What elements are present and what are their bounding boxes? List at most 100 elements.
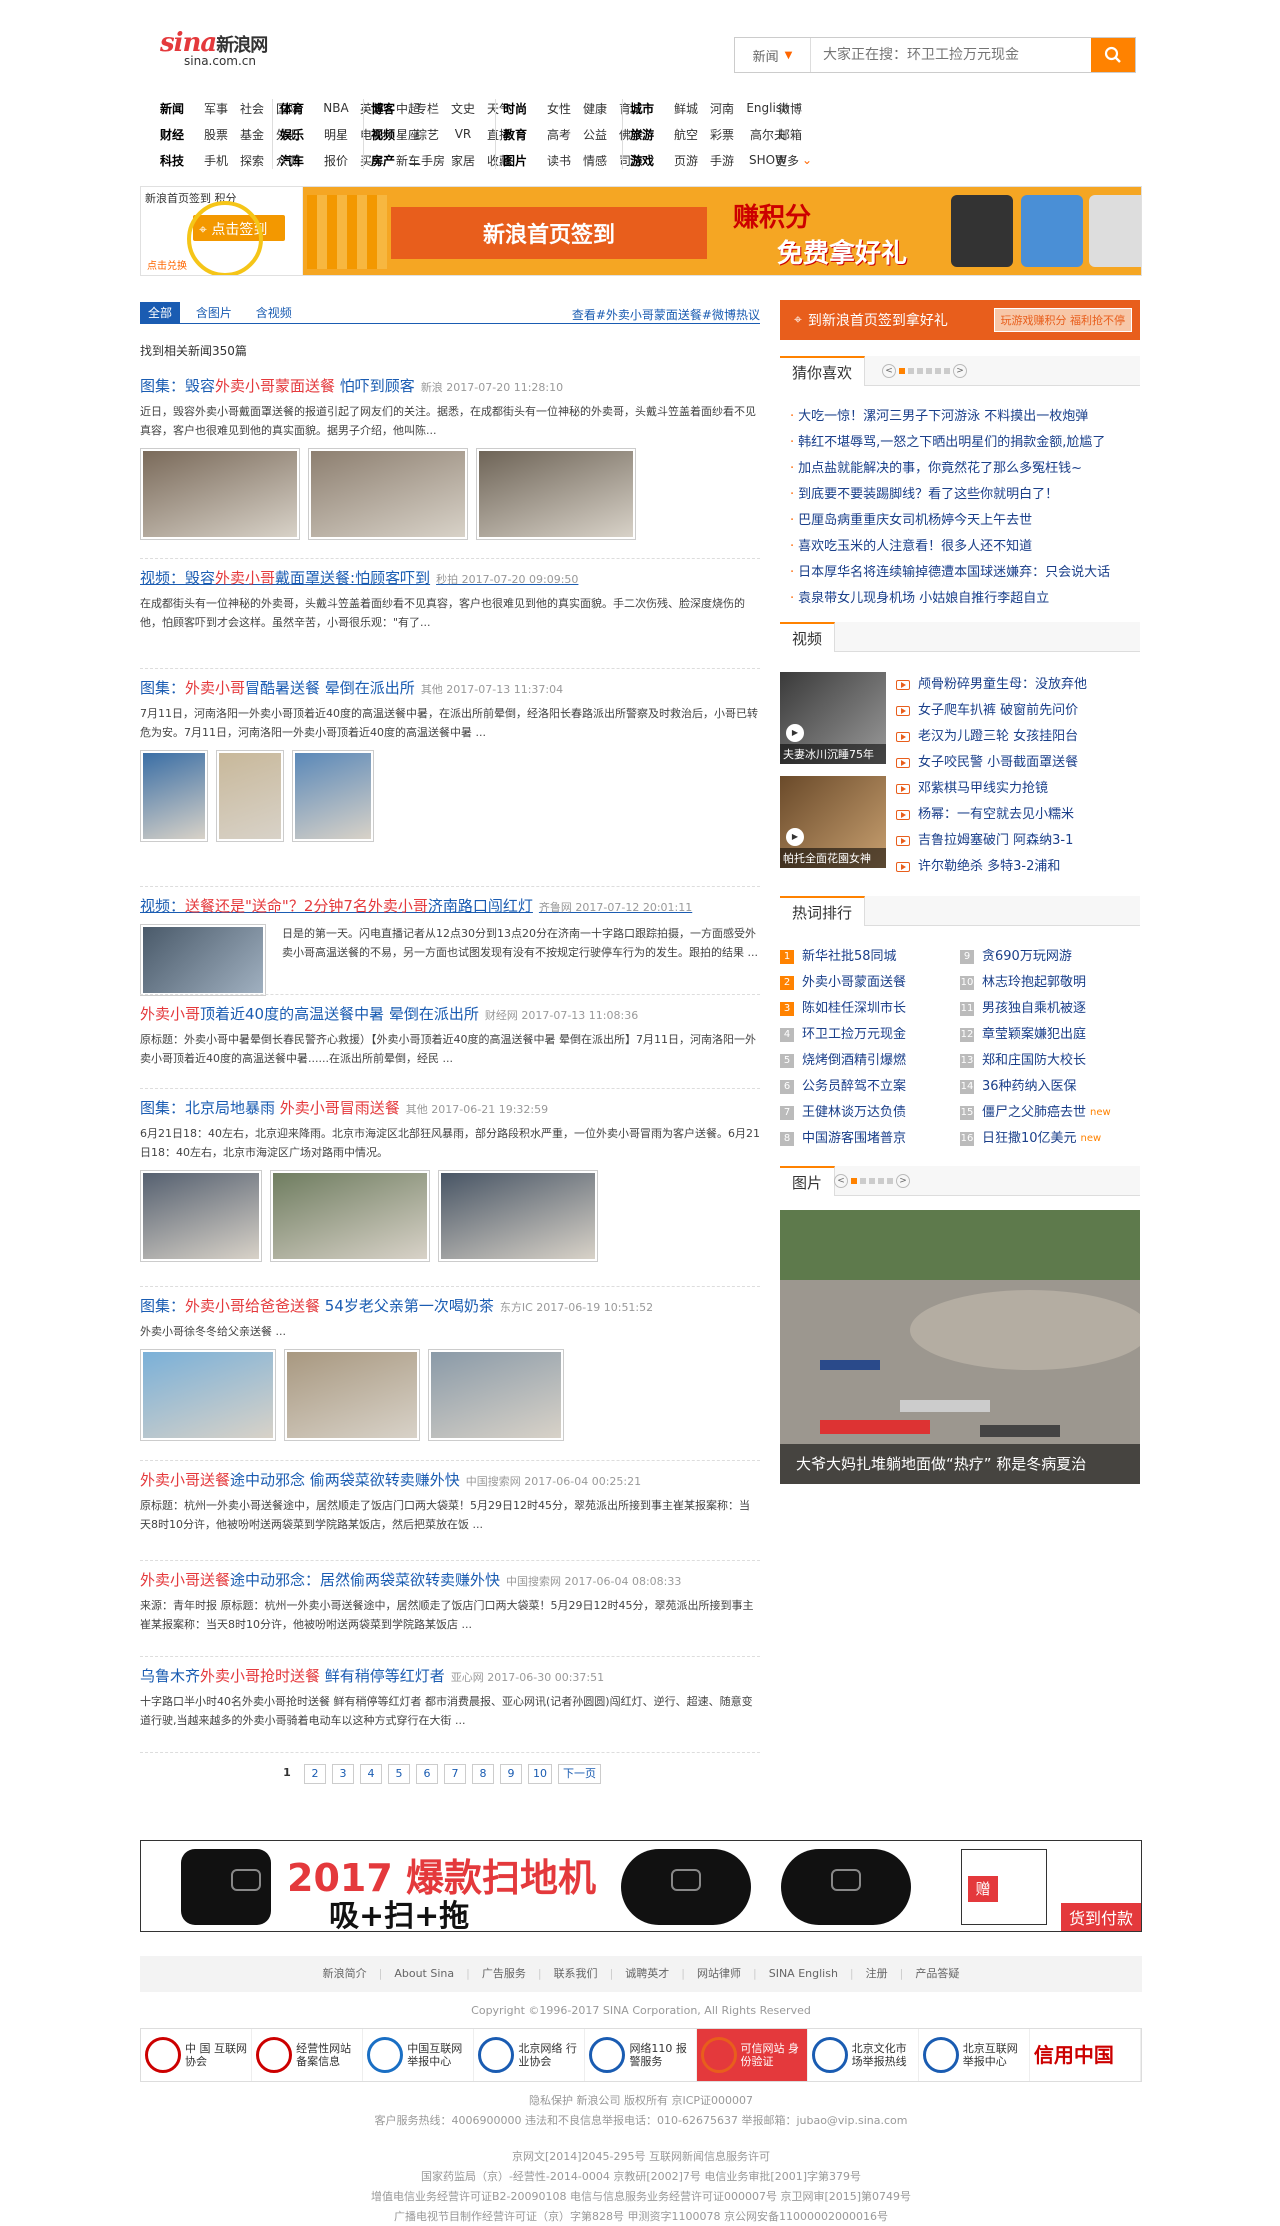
nav-link[interactable]: 图片 xyxy=(503,152,541,169)
nav-link[interactable]: 房产 xyxy=(371,152,409,169)
footer-link[interactable]: 产品答疑 xyxy=(915,1967,959,1980)
chevron-left-icon[interactable]: < xyxy=(882,364,896,378)
nav-link[interactable]: 娱乐 xyxy=(280,126,318,143)
search-input[interactable] xyxy=(811,38,1091,72)
hot-item[interactable]: 13 郑和庄国防大校长 xyxy=(960,1048,1140,1074)
footer-link[interactable]: 注册 xyxy=(866,1967,888,1980)
video-item[interactable]: 女子爬车扒裤 破窗前先问价 xyxy=(896,698,1136,724)
trust-badge[interactable]: 中 国 互联网协会 xyxy=(141,2029,253,2081)
result-title[interactable]: 外卖小哥送餐途中动邪念：居然偷两袋菜欲转卖赚外快 中国搜索网 2017-06-04… xyxy=(140,1570,760,1592)
page-button[interactable]: 7 xyxy=(444,1764,466,1784)
result-thumbnail[interactable] xyxy=(428,1349,564,1441)
result-thumbnail[interactable] xyxy=(216,750,284,842)
nav-link[interactable]: 军事 xyxy=(198,100,234,117)
nav-link[interactable]: 女性 xyxy=(541,100,577,117)
trust-badge[interactable]: 北京网络 行业协会 xyxy=(474,2029,586,2081)
footer-link[interactable]: 广告服务 xyxy=(482,1967,526,1980)
nav-link[interactable]: 汽车 xyxy=(280,152,318,169)
nav-link[interactable]: 社会 xyxy=(234,100,270,117)
hot-item[interactable]: 4 环卫工捡万元现金 xyxy=(780,1022,960,1048)
page-button[interactable]: 2 xyxy=(304,1764,326,1784)
nav-link[interactable]: 页游 xyxy=(668,152,704,169)
trust-badge[interactable]: 网络110 报警服务 xyxy=(585,2029,697,2081)
footer-link[interactable]: SINA English xyxy=(769,1967,838,1980)
video-thumb-1[interactable]: ▶ 夫妻冰川沉睡75年 xyxy=(780,672,886,764)
nav-link[interactable]: 邮箱 xyxy=(772,126,808,143)
result-thumbnail[interactable] xyxy=(140,448,300,540)
nav-link[interactable]: 股票 xyxy=(198,126,234,143)
result-title[interactable]: 乌鲁木齐外卖小哥抢时送餐 鲜有稍停等红灯者 亚心网 2017-06-30 00:3… xyxy=(140,1666,760,1688)
video-item[interactable]: 吉鲁拉姆塞破门 阿森纳3-1 xyxy=(896,828,1136,854)
nav-link[interactable]: 城市 xyxy=(630,100,668,117)
result-title[interactable]: 图集：外卖小哥冒酷暑送餐 晕倒在派出所 其他 2017-07-13 11:37:0… xyxy=(140,678,760,700)
guess-carousel-dots[interactable]: < > xyxy=(882,364,967,378)
nav-link[interactable]: 探索 xyxy=(234,152,270,169)
nav-link[interactable]: 新闻 xyxy=(160,100,198,117)
hot-item[interactable]: 10 林志玲抱起郭敬明 xyxy=(960,970,1140,996)
nav-link[interactable]: 手游 xyxy=(704,152,740,169)
nav-link[interactable]: 彩票 xyxy=(704,126,740,143)
nav-link[interactable]: 旅游 xyxy=(630,126,668,143)
hot-item[interactable]: 7 王健林谈万达负债 xyxy=(780,1100,960,1126)
nav-link[interactable]: 财经 xyxy=(160,126,198,143)
trust-badge[interactable]: 中国互联网 举报中心 xyxy=(363,2029,475,2081)
result-thumbnail[interactable] xyxy=(140,924,266,996)
result-thumbnail[interactable] xyxy=(438,1170,598,1262)
nav-link[interactable]: 教育 xyxy=(503,126,541,143)
nav-link[interactable]: 游戏 xyxy=(630,152,668,169)
video-thumb-2[interactable]: ▶ 帕托全面花園女神 xyxy=(780,776,886,868)
nav-link[interactable]: 基金 xyxy=(234,126,270,143)
sign-in-banner[interactable]: 新浪首页签到 积分 ⌖ 点击签到 点击兑换 新浪首页签到 赚积分 免费拿好礼 xyxy=(140,186,1142,276)
guess-item[interactable]: 袁泉带女儿现身机场 小姑娘自推行李超自立 xyxy=(790,586,1140,612)
video-item[interactable]: 女子咬民警 小哥截面罩送餐 xyxy=(896,750,1136,776)
footer-link[interactable]: About Sina xyxy=(394,1967,454,1980)
tab-videos[interactable]: 含视频 xyxy=(248,302,300,324)
tab-images[interactable]: 含图片 xyxy=(188,302,240,324)
footer-link[interactable]: 诚聘英才 xyxy=(625,1967,669,1980)
nav-link[interactable]: 报价 xyxy=(318,152,354,169)
hot-item[interactable]: 11 男孩独自乘机被逐 xyxy=(960,996,1140,1022)
search-category-select[interactable]: 新闻 ▼ xyxy=(735,38,811,72)
video-item[interactable]: 邓紫棋马甲线实力抢镜 xyxy=(896,776,1136,802)
footer-link[interactable]: 网站律师 xyxy=(697,1967,741,1980)
page-button[interactable]: 9 xyxy=(500,1764,522,1784)
result-thumbnail[interactable] xyxy=(292,750,374,842)
result-thumbnail[interactable] xyxy=(140,1170,262,1262)
trust-badge[interactable]: 北京互联网 举报中心 xyxy=(919,2029,1030,2081)
hot-item[interactable]: 16 日狂撒10亿美元 new xyxy=(960,1126,1140,1152)
video-item[interactable]: 颅骨粉碎男童生母：没放弃他 xyxy=(896,672,1136,698)
trust-badge[interactable]: 可信网站 身份验证 xyxy=(696,2029,808,2081)
result-title[interactable]: 视频：送餐还是"送命"？2分钟7名外卖小哥济南路口闯红灯 齐鲁网 2017-07-… xyxy=(140,896,760,918)
page-button[interactable]: 6 xyxy=(416,1764,438,1784)
nav-link[interactable]: 视频 xyxy=(371,126,409,143)
nav-link[interactable]: 鲜城 xyxy=(668,100,704,117)
nav-link[interactable]: 更多 xyxy=(772,152,802,169)
hot-item[interactable]: 9 贪690万玩网游 xyxy=(960,944,1140,970)
nav-link[interactable]: 科技 xyxy=(160,152,198,169)
result-thumbnail[interactable] xyxy=(140,750,208,842)
result-title[interactable]: 图集：毁容外卖小哥蒙面送餐 怕吓到顾客 新浪 2017-07-20 11:28:1… xyxy=(140,376,760,398)
trust-badge[interactable]: 经营性网站 备案信息 xyxy=(252,2029,364,2081)
hot-item[interactable]: 8 中国游客围堵普京 xyxy=(780,1126,960,1152)
nav-link[interactable]: 时尚 xyxy=(503,100,541,117)
nav-link[interactable]: 二手房 xyxy=(409,152,445,169)
guess-item[interactable]: 日本厚华名将连续输掉德遭本国球迷嫌弃：只会说大话 xyxy=(790,560,1140,586)
nav-link[interactable]: 家居 xyxy=(445,152,481,169)
guess-item[interactable]: 巴厘岛病重重庆女司机杨婷今天上午去世 xyxy=(790,508,1140,534)
guess-item[interactable]: 加点盐就能解决的事，你竟然花了那么多冤枉钱~ xyxy=(790,456,1140,482)
nav-link[interactable]: 河南 xyxy=(704,100,740,117)
hot-item[interactable]: 6 公务员醉驾不立案 xyxy=(780,1074,960,1100)
nav-link[interactable]: 综艺 xyxy=(409,126,445,143)
footer-link[interactable]: 新浪简介 xyxy=(323,1967,367,1980)
footer-link[interactable]: 联系我们 xyxy=(554,1967,598,1980)
page-button[interactable]: 5 xyxy=(388,1764,410,1784)
nav-link[interactable]: 博客 xyxy=(371,100,409,117)
page-button[interactable]: 10 xyxy=(528,1764,552,1784)
hot-item[interactable]: 15 僵尸之父肺癌去世 new xyxy=(960,1100,1140,1126)
page-button[interactable]: 4 xyxy=(360,1764,382,1784)
hot-item[interactable]: 5 烧烤倒酒精引爆燃 xyxy=(780,1048,960,1074)
hot-item[interactable]: 12 章莹颖案嫌犯出庭 xyxy=(960,1022,1140,1048)
hot-item[interactable]: 3 陈如桂任深圳市长 xyxy=(780,996,960,1022)
chevron-right-icon[interactable]: > xyxy=(953,364,967,378)
pic-carousel-dots[interactable]: < > xyxy=(834,1174,910,1188)
